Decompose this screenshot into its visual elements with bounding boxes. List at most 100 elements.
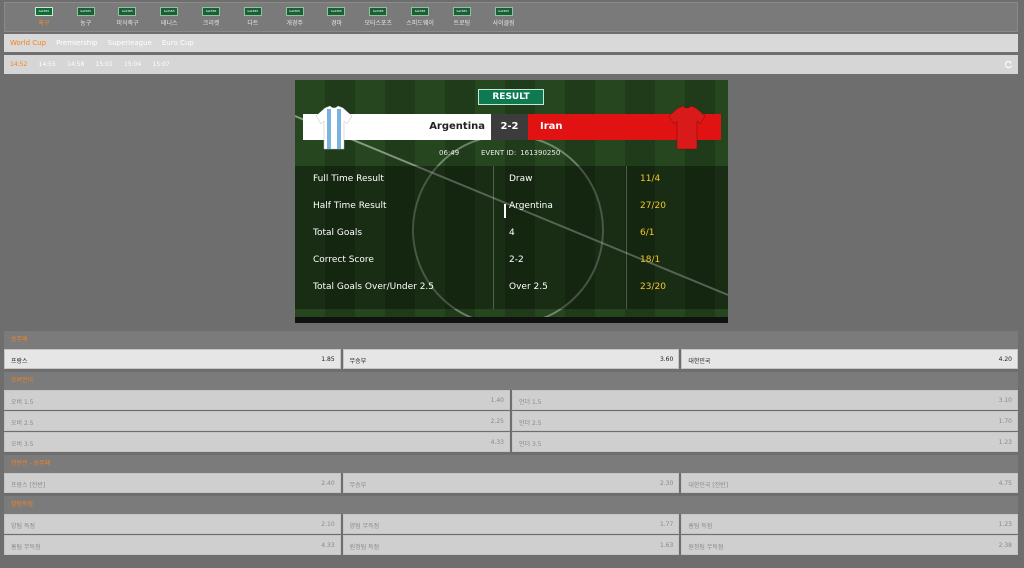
- market-name: Full Time Result: [313, 174, 384, 184]
- sport-logo-icon: bet365: [243, 7, 262, 16]
- selection-odds: 1.77: [659, 521, 674, 528]
- event-time-tab[interactable]: 14:55: [39, 61, 68, 68]
- selection-odds: 1.85: [321, 356, 335, 363]
- sport-tab-label: 모터스포츠: [364, 20, 393, 27]
- sport-tab[interactable]: bet365 개경주: [274, 3, 316, 31]
- selection-odds: 4.75: [998, 480, 1012, 487]
- sport-tab-label: 경마: [330, 20, 342, 27]
- selection-odds: 1.23: [998, 521, 1012, 528]
- market-name: Half Time Result: [313, 201, 387, 211]
- market-name: Total Goals: [313, 228, 363, 238]
- selection-odds: 1.23: [998, 439, 1012, 446]
- odds-button[interactable]: 양팀 득점 2.10: [4, 514, 341, 534]
- market-selection: Over 2.5: [509, 282, 548, 292]
- result-market-row: Half Time Result Argentina 27/20: [295, 193, 728, 220]
- sport-logo-icon: bet365: [160, 7, 179, 16]
- selection-odds: 4.20: [998, 356, 1012, 363]
- selection-odds: 2.40: [321, 480, 335, 487]
- sport-logo-icon: bet365: [494, 7, 513, 16]
- event-time-tab[interactable]: 15:01: [96, 61, 125, 68]
- sport-nav: bet365 축구 bet365 농구 bet365 미식축구 bet365 테니스 bet36…: [4, 2, 1018, 32]
- selection-name: 언더 1.5: [519, 399, 542, 406]
- sport-tab[interactable]: bet365 스피드웨이: [399, 3, 441, 31]
- league-tab[interactable]: Euro Cup: [162, 39, 194, 47]
- result-market-row: Full Time Result Draw 11/4: [295, 166, 728, 193]
- sport-tab[interactable]: bet365 축구: [23, 3, 65, 31]
- selection-name: 오버 1.5: [11, 399, 34, 406]
- selection-odds: 1.70: [998, 418, 1012, 425]
- sport-logo-icon: bet365: [285, 7, 304, 16]
- league-tab[interactable]: Premiership: [56, 39, 98, 47]
- odds-button[interactable]: 무승부 3.60: [342, 349, 680, 369]
- event-id: EVENT ID: 161390250: [481, 149, 560, 157]
- selection-odds: 2.10: [321, 521, 335, 528]
- league-tab[interactable]: Superleague: [108, 39, 152, 47]
- selection-name: 양팀 득점: [11, 523, 35, 530]
- odds-button[interactable]: 원정팀 득점 1.63: [342, 535, 680, 555]
- selection-name: 언더 2.5: [519, 420, 542, 427]
- sport-tab-label: 트로팅: [453, 20, 471, 27]
- event-time-tab[interactable]: 14:52: [10, 61, 39, 68]
- odds-button[interactable]: 원정팀 무득점 2.38: [681, 535, 1018, 555]
- selection-name: 프랑스 [전반]: [11, 482, 46, 489]
- selection-odds: 2.38: [998, 542, 1012, 549]
- odds-button[interactable]: 언더 3.5 1.23: [512, 432, 1018, 452]
- sport-logo-icon: bet365: [76, 7, 95, 16]
- event-time-tab[interactable]: 15:07: [153, 61, 182, 68]
- sport-tab[interactable]: bet365 사이클링: [483, 3, 525, 31]
- odds-button[interactable]: 홈팀 무득점 4.33: [4, 535, 341, 555]
- selection-name: 무승부: [349, 358, 367, 365]
- event-id-label: EVENT ID:: [481, 149, 517, 157]
- league-tab[interactable]: World Cup: [10, 39, 46, 47]
- odds-button[interactable]: 오버 1.5 1.40: [4, 390, 510, 410]
- odds-button[interactable]: 프랑스 [전반] 2.40: [4, 473, 341, 493]
- market-odds: 18/1: [640, 255, 661, 265]
- sport-tab[interactable]: bet365 미식축구: [107, 3, 149, 31]
- market-section-header: 승무패: [4, 331, 1018, 349]
- market-divider: [626, 166, 627, 309]
- selection-odds: 3.60: [659, 356, 674, 363]
- result-market-row: Total Goals Over/Under 2.5 Over 2.5 23/20: [295, 274, 728, 301]
- market-divider: [493, 166, 494, 309]
- selection-odds: 4.33: [321, 542, 335, 549]
- odds-button[interactable]: 대한민국 [전반] 4.75: [681, 473, 1018, 493]
- sport-tab[interactable]: bet365 경마: [316, 3, 358, 31]
- selection-name: 프랑스: [11, 358, 28, 365]
- selection-name: 대한민국 [전반]: [688, 482, 729, 489]
- event-time-tab[interactable]: 15:04: [124, 61, 153, 68]
- sport-tab[interactable]: bet365 모터스포츠: [357, 3, 399, 31]
- sport-tab[interactable]: bet365 트로팅: [441, 3, 483, 31]
- event-time-bar: 14:52 14:55 14:58 15:01 15:04 15:07: [4, 55, 1018, 74]
- odds-button[interactable]: 언더 2.5 1.70: [512, 411, 1018, 431]
- selection-name: 원정팀 무득점: [688, 544, 724, 551]
- odds-button[interactable]: 프랑스 1.85: [4, 349, 341, 369]
- sport-tab[interactable]: bet365 다트: [232, 3, 274, 31]
- match-clock: 06:49: [439, 149, 460, 157]
- odds-button[interactable]: 양팀 무득점 1.77: [342, 514, 680, 534]
- odds-button[interactable]: 언더 1.5 3.10: [512, 390, 1018, 410]
- odds-button[interactable]: 무승부 2.30: [342, 473, 680, 493]
- result-market-row: Correct Score 2-2 18/1: [295, 247, 728, 274]
- market-section-header: 전반전 - 승무패: [4, 455, 1018, 473]
- odds-button[interactable]: 대한민국 4.20: [681, 349, 1018, 369]
- odds-button[interactable]: 오버 3.5 4.33: [4, 432, 510, 452]
- event-time-tab[interactable]: 14:58: [67, 61, 96, 68]
- sport-logo-icon: bet365: [34, 7, 53, 16]
- sport-tab[interactable]: bet365 테니스: [148, 3, 190, 31]
- result-label: RESULT: [478, 89, 544, 105]
- selection-cursor: [504, 204, 506, 218]
- refresh-icon[interactable]: [1004, 60, 1013, 69]
- selection-odds: 4.33: [490, 439, 504, 446]
- sport-tab-label: 미식축구: [116, 20, 139, 27]
- market-section-header: 오버언더: [4, 372, 1018, 390]
- market-odds: 6/1: [640, 228, 655, 238]
- market-odds: 27/20: [640, 201, 666, 211]
- sport-tab-label: 스피드웨이: [406, 20, 434, 27]
- selection-name: 대한민국: [688, 358, 711, 365]
- odds-button[interactable]: 오버 2.5 2.25: [4, 411, 510, 431]
- league-tabs: World Cup Premiership Superleague Euro Cup: [4, 34, 1018, 52]
- sport-tab[interactable]: bet365 농구: [65, 3, 107, 31]
- selection-odds: 2.30: [659, 480, 674, 487]
- odds-button[interactable]: 홈팀 득점 1.23: [681, 514, 1018, 534]
- sport-tab[interactable]: bet365 크리켓: [190, 3, 232, 31]
